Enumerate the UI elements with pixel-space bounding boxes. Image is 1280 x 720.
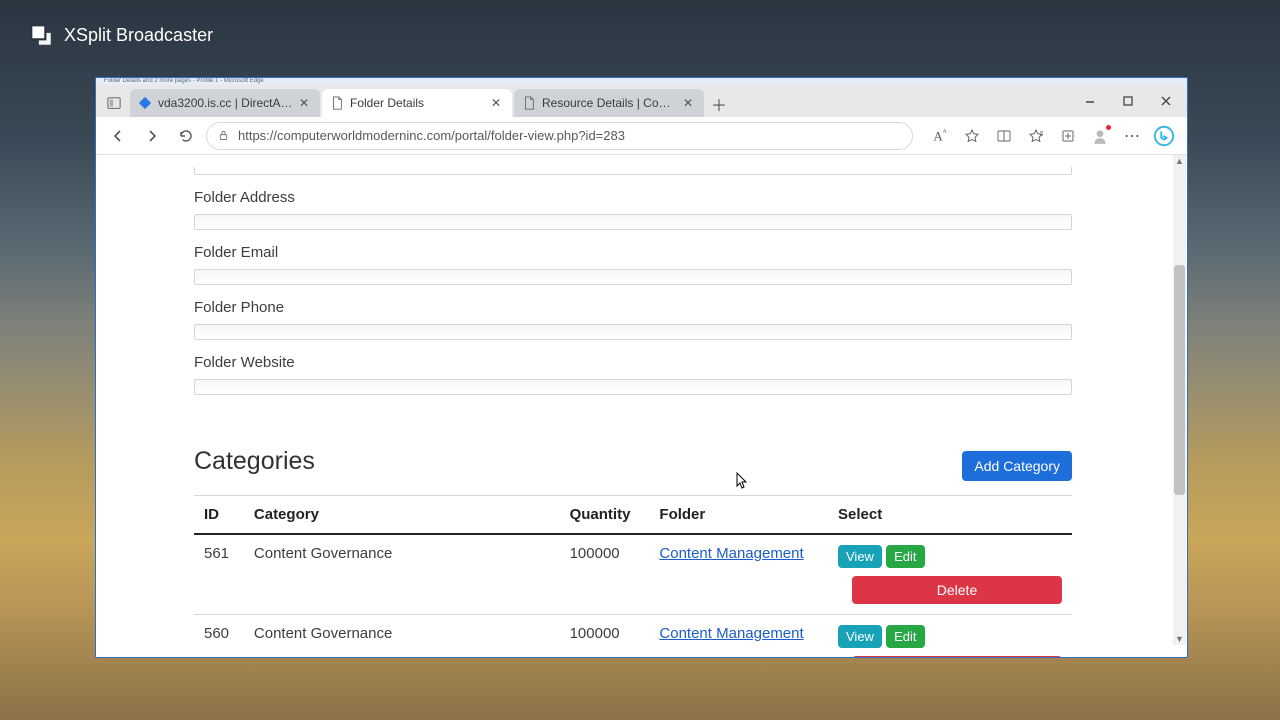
section-heading-categories: Categories	[194, 447, 315, 476]
tab-label: vda3200.is.cc | DirectAdmin 1.65	[158, 96, 296, 110]
text-input[interactable]	[194, 214, 1072, 230]
url-text: https://computerworldmoderninc.com/porta…	[238, 128, 625, 143]
close-icon[interactable]: ✕	[488, 95, 504, 111]
nav-refresh-button[interactable]	[172, 122, 200, 150]
field-input-partial[interactable]	[194, 167, 1072, 175]
xsplit-logo-icon	[28, 22, 54, 48]
favorites-list-button[interactable]	[1021, 121, 1051, 151]
view-button[interactable]: View	[838, 625, 882, 648]
close-icon[interactable]: ✕	[680, 95, 696, 111]
cell-id: 560	[194, 615, 244, 658]
xsplit-app-name: XSplit Broadcaster	[64, 25, 213, 46]
favorite-star-button[interactable]	[957, 121, 987, 151]
scroll-down-arrow-icon[interactable]: ▼	[1173, 633, 1186, 645]
tab-actions-button[interactable]	[100, 89, 128, 117]
delete-button[interactable]: Delete	[852, 576, 1062, 604]
tab-label: Folder Details	[350, 96, 488, 110]
field-label: Folder Address	[194, 189, 1072, 206]
close-icon[interactable]: ✕	[296, 95, 312, 111]
field-label: Folder Phone	[194, 299, 1072, 316]
scroll-thumb[interactable]	[1174, 265, 1185, 495]
more-menu-button[interactable]: ⋯	[1117, 121, 1147, 151]
tab-folder-details[interactable]: Folder Details ✕	[322, 89, 512, 117]
table-row: 560Content Governance100000 Content Manag…	[194, 615, 1072, 658]
cell-category: Content Governance	[244, 615, 560, 658]
lock-icon	[217, 129, 230, 142]
window-caption: Folder Details and 2 more pages - Profil…	[96, 78, 1187, 85]
delete-button[interactable]: Delete	[852, 656, 1062, 657]
cell-actions: View Edit Delete	[828, 534, 1072, 615]
folder-link[interactable]: Content Management	[659, 625, 803, 642]
cell-category: Content Governance	[244, 534, 560, 615]
diamond-icon	[138, 96, 152, 110]
cell-actions: View Edit Delete	[828, 615, 1072, 658]
vertical-scrollbar[interactable]: ▲ ▼	[1173, 155, 1186, 645]
cell-folder: Content Management	[649, 534, 828, 615]
col-quantity: Quantity	[560, 496, 650, 535]
field-label: Folder Website	[194, 354, 1072, 371]
col-id: ID	[194, 496, 244, 535]
tab-resource-details[interactable]: Resource Details | Computer Wo ✕	[514, 89, 704, 117]
col-select: Select	[828, 496, 1072, 535]
folder-link[interactable]: Content Management	[659, 545, 803, 562]
new-tab-button[interactable]: ＋	[706, 91, 732, 117]
tab-directadmin[interactable]: vda3200.is.cc | DirectAdmin 1.65 ✕	[130, 89, 320, 117]
table-row: 561Content Governance100000 Content Manag…	[194, 534, 1072, 615]
page-icon	[522, 96, 536, 110]
profile-button[interactable]	[1085, 121, 1115, 151]
cell-id: 561	[194, 534, 244, 615]
bing-sidebar-button[interactable]	[1149, 121, 1179, 151]
cell-quantity: 100000	[560, 534, 650, 615]
window-maximize-button[interactable]	[1109, 85, 1147, 117]
nav-forward-button[interactable]	[138, 122, 166, 150]
page-icon	[330, 96, 344, 110]
add-category-button[interactable]: Add Category	[962, 451, 1072, 481]
address-bar: https://computerworldmoderninc.com/porta…	[96, 117, 1187, 155]
url-field[interactable]: https://computerworldmoderninc.com/porta…	[206, 122, 913, 150]
text-input[interactable]	[194, 379, 1072, 395]
edit-button[interactable]: Edit	[886, 625, 924, 648]
collections-button[interactable]	[1053, 121, 1083, 151]
categories-table: ID Category Quantity Folder Select 561Co…	[194, 495, 1072, 657]
field-label: Folder Email	[194, 244, 1072, 261]
cell-folder: Content Management	[649, 615, 828, 658]
col-category: Category	[244, 496, 560, 535]
tab-label: Resource Details | Computer Wo	[542, 96, 680, 110]
scroll-up-arrow-icon[interactable]: ▲	[1173, 155, 1186, 167]
window-minimize-button[interactable]	[1071, 85, 1109, 117]
text-input[interactable]	[194, 269, 1072, 285]
tab-strip: vda3200.is.cc | DirectAdmin 1.65 ✕ Folde…	[96, 85, 1187, 117]
view-button[interactable]: View	[838, 545, 882, 568]
text-input[interactable]	[194, 324, 1072, 340]
read-aloud-button[interactable]: Aᴬ	[925, 121, 955, 151]
page-viewport: Folder Address Folder Email Folder Phone Fo…	[96, 155, 1187, 657]
col-folder: Folder	[649, 496, 828, 535]
edit-button[interactable]: Edit	[886, 545, 924, 568]
nav-back-button[interactable]	[104, 122, 132, 150]
table-header-row: ID Category Quantity Folder Select	[194, 496, 1072, 535]
browser-window: Folder Details and 2 more pages - Profil…	[95, 77, 1188, 658]
xsplit-titlebar: XSplit Broadcaster	[28, 22, 213, 48]
cell-quantity: 100000	[560, 615, 650, 658]
window-close-button[interactable]	[1147, 85, 1185, 117]
split-screen-button[interactable]	[989, 121, 1019, 151]
